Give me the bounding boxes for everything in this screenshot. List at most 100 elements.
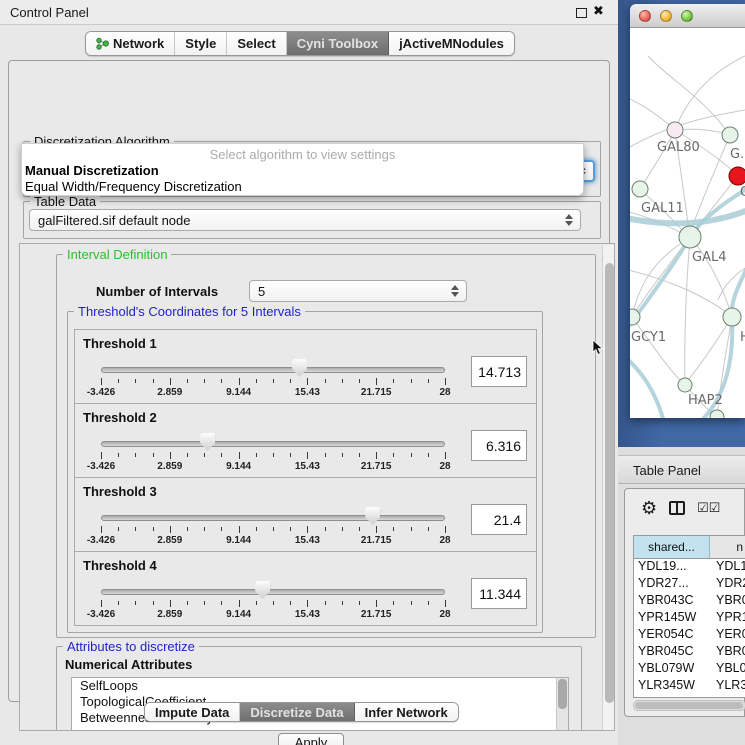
minor-tick: [273, 527, 274, 531]
table-data-title: Table Data: [30, 194, 100, 209]
minor-tick: [153, 453, 154, 457]
attribute-list-item[interactable]: SelfLoops: [72, 678, 568, 694]
tab-discretize-data[interactable]: Discretize Data: [240, 703, 354, 721]
column-header-name[interactable]: n: [710, 536, 745, 558]
network-node[interactable]: [729, 167, 745, 185]
tick-label: 21.715: [361, 609, 392, 620]
threshold-value-field[interactable]: 11.344: [471, 578, 527, 609]
close-icon[interactable]: ✖: [593, 3, 604, 19]
table-data-combobox[interactable]: galFiltered.sif default node: [29, 209, 581, 231]
major-tick: [170, 378, 171, 385]
network-node[interactable]: [722, 127, 738, 143]
network-edge-thick[interactable]: [630, 358, 664, 418]
tab-impute-data[interactable]: Impute Data: [145, 703, 240, 721]
cell-shared-name: YIL052C: [634, 695, 710, 698]
node-label: GAL80: [657, 140, 700, 155]
major-tick: [101, 526, 102, 533]
settings-vertical-scrollbar[interactable]: [602, 245, 615, 730]
table-row[interactable]: YLR345WYLR3: [634, 678, 745, 695]
settings-scroll-area: Interval Definition Number of Intervals …: [19, 243, 615, 731]
attributes-scrollbar-thumb[interactable]: [558, 679, 567, 709]
network-edge[interactable]: [685, 237, 690, 385]
threshold-slider-thumb[interactable]: [255, 581, 270, 599]
minor-tick: [204, 453, 205, 457]
attributes-scrollbar[interactable]: [556, 678, 568, 730]
table-row[interactable]: YDR27...YDR2: [634, 576, 745, 593]
network-node[interactable]: [667, 122, 683, 138]
network-node[interactable]: [723, 308, 741, 326]
minor-tick: [118, 601, 119, 605]
major-tick: [445, 452, 446, 459]
network-canvas[interactable]: GAL80G.CGAL11GAL4GCY1HHAP2: [630, 28, 745, 418]
algorithm-item-manual[interactable]: Manual Discretization: [25, 163, 159, 178]
minor-tick: [256, 453, 257, 457]
minor-tick: [359, 527, 360, 531]
network-edge[interactable]: [648, 56, 730, 135]
tick-label: 15.43: [295, 387, 320, 398]
tick-label: 2.859: [157, 609, 182, 620]
number-of-intervals-combobox[interactable]: 5: [249, 280, 467, 302]
apply-button[interactable]: Apply: [278, 733, 344, 745]
cell-shared-name: YBR045C: [634, 644, 710, 661]
attributes-title: Attributes to discretize: [63, 639, 199, 654]
tab-select[interactable]: Select: [227, 32, 286, 55]
tab-style[interactable]: Style: [175, 32, 227, 55]
threshold-slider-thumb[interactable]: [365, 507, 380, 525]
table-row[interactable]: YER054CYER0: [634, 627, 745, 644]
tab-infer-network[interactable]: Infer Network: [355, 703, 458, 721]
minor-tick: [256, 379, 257, 383]
tab-cyni-toolbox[interactable]: Cyni Toolbox: [287, 32, 389, 55]
algorithm-hint-item[interactable]: Select algorithm to view settings: [22, 147, 583, 162]
algorithm-item-equal-width[interactable]: Equal Width/Frequency Discretization: [25, 179, 242, 194]
cell-name: YDR2: [710, 576, 745, 593]
table-horizontal-scrollbar[interactable]: [633, 700, 745, 711]
settings-scrollbar-thumb[interactable]: [605, 263, 614, 703]
tab-network[interactable]: Network: [86, 32, 175, 55]
minimize-traffic-light[interactable]: [660, 10, 672, 22]
checkbox-checked-icon[interactable]: ☑☑: [697, 500, 720, 516]
cell-shared-name: YDL19...: [634, 559, 710, 576]
column-header-shared-name[interactable]: shared...: [634, 536, 710, 558]
threshold-value-field[interactable]: 6.316: [471, 430, 527, 461]
split-view-icon[interactable]: [669, 501, 685, 515]
threshold-value-field[interactable]: 21.4: [471, 504, 527, 535]
cyni-toolbox-panel: Discretization Algorithm Select algorith…: [8, 60, 610, 702]
float-icon[interactable]: [576, 8, 587, 18]
close-traffic-light[interactable]: [639, 10, 651, 22]
minor-tick: [393, 527, 394, 531]
node-label: C: [740, 185, 745, 200]
network-node[interactable]: [679, 226, 701, 248]
network-node[interactable]: [632, 181, 648, 197]
threshold-slider-track[interactable]: [101, 515, 445, 521]
table-row[interactable]: YBL079WYBL0: [634, 661, 745, 678]
threshold-slider-thumb[interactable]: [200, 433, 215, 451]
threshold-value-field[interactable]: 14.713: [471, 356, 527, 387]
table-row[interactable]: YBR045CYBR0: [634, 644, 745, 661]
zoom-traffic-light[interactable]: [681, 10, 693, 22]
minor-tick: [325, 453, 326, 457]
table-row[interactable]: YIL052CYIL0: [634, 695, 745, 698]
minor-tick: [428, 379, 429, 383]
threshold-slider-track[interactable]: [101, 441, 445, 447]
tick-label: 2.859: [157, 535, 182, 546]
table-row[interactable]: YBR043CYBR0: [634, 593, 745, 610]
network-edge[interactable]: [690, 237, 732, 317]
network-edge[interactable]: [675, 56, 745, 130]
major-tick: [239, 378, 240, 385]
minor-tick: [359, 453, 360, 457]
network-edge[interactable]: [688, 317, 732, 380]
threshold-slider-track[interactable]: [101, 589, 445, 595]
minor-tick: [153, 379, 154, 383]
table-hscrollbar-thumb[interactable]: [635, 702, 743, 709]
threshold-slider-thumb[interactable]: [292, 359, 307, 377]
minor-tick: [221, 601, 222, 605]
threshold-slider-track[interactable]: [101, 367, 445, 373]
tab-jactivemnodules[interactable]: jActiveMNodules: [389, 32, 514, 55]
table-data-value: galFiltered.sif default node: [38, 213, 190, 228]
table-row[interactable]: YPR145WYPR1: [634, 610, 745, 627]
cell-name: YDL1: [710, 559, 745, 576]
table-row[interactable]: YDL19...YDL1: [634, 559, 745, 576]
node-label: GAL11: [641, 201, 684, 216]
settings-gear-icon[interactable]: ⚙: [641, 498, 657, 518]
network-node[interactable]: [678, 378, 692, 392]
